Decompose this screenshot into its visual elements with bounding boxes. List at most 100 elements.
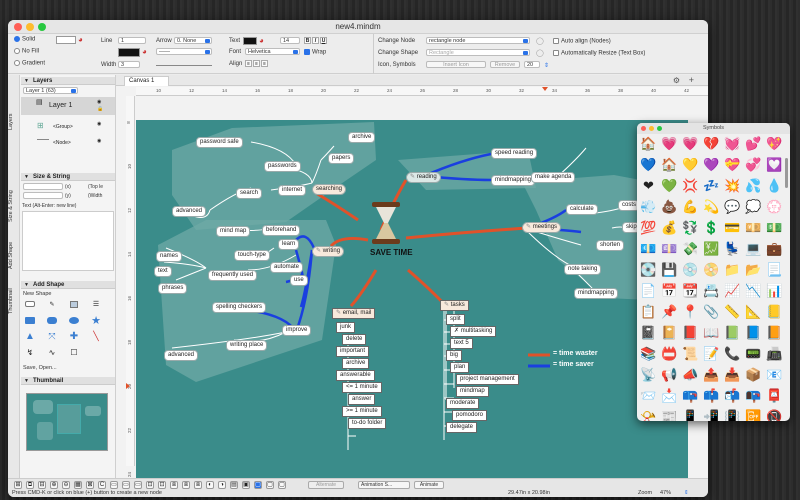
toolbar-tool-button[interactable]: ◑ bbox=[218, 481, 226, 489]
font-size-field[interactable]: 14 bbox=[280, 37, 300, 44]
symbol-item-icon[interactable]: 📢 bbox=[661, 367, 678, 384]
node-passwords[interactable]: passwords bbox=[264, 161, 301, 172]
symbols-zoom-button[interactable] bbox=[657, 126, 662, 131]
symbol-item-icon[interactable]: 📪 bbox=[682, 388, 699, 405]
node-text-5[interactable]: text 5 bbox=[450, 338, 473, 349]
symbol-item-icon[interactable]: 📂 bbox=[745, 262, 762, 279]
node-internet[interactable]: internet bbox=[278, 185, 307, 196]
remove-icon-button[interactable]: Remove bbox=[490, 61, 520, 68]
node-answerable[interactable]: answerable bbox=[336, 370, 375, 381]
symbol-item-icon[interactable]: 🏠 bbox=[661, 157, 678, 174]
node-to-do-folder[interactable]: to-do folder bbox=[348, 418, 387, 429]
toolbar-tool-button[interactable]: ⊕ bbox=[50, 481, 58, 489]
symbol-item-icon[interactable]: 💻 bbox=[745, 241, 762, 258]
node-writing-place[interactable]: writing place bbox=[226, 340, 268, 351]
pos-y-field[interactable] bbox=[23, 192, 63, 199]
node-phrases[interactable]: phrases bbox=[158, 283, 188, 294]
eye-icon[interactable]: ◉ bbox=[97, 99, 101, 105]
ellipse-shape[interactable] bbox=[68, 315, 80, 325]
symbol-item-icon[interactable]: 📔 bbox=[661, 325, 678, 342]
node-answer[interactable]: answer bbox=[348, 394, 376, 405]
node-automate[interactable]: automate bbox=[270, 262, 304, 273]
bold-button[interactable]: B bbox=[304, 37, 311, 44]
symbol-item-icon[interactable]: 💥 bbox=[724, 178, 741, 195]
symbol-item-icon[interactable]: 📍 bbox=[682, 304, 699, 321]
node-lt-1-minute[interactable]: <= 1 minute bbox=[342, 382, 382, 393]
symbol-item-icon[interactable]: 📥 bbox=[724, 367, 741, 384]
symbol-item-icon[interactable]: 💢 bbox=[682, 178, 699, 195]
triangle-shape[interactable]: ▲ bbox=[24, 331, 36, 342]
symbol-item-icon[interactable]: 📋 bbox=[640, 304, 657, 321]
symbol-item-icon[interactable]: 💭 bbox=[745, 199, 762, 216]
symbol-item-icon[interactable]: 💶 bbox=[640, 241, 657, 258]
node-big[interactable]: big bbox=[446, 350, 463, 361]
node-pomodoro[interactable]: pomodoro bbox=[452, 410, 488, 421]
line-style-popup[interactable]: —— bbox=[156, 48, 212, 55]
shape-info-icon[interactable]: ◯ bbox=[536, 49, 544, 57]
symbols-close-button[interactable] bbox=[641, 126, 646, 131]
group-eye-icon[interactable]: ◉ bbox=[97, 121, 101, 127]
symbol-item-icon[interactable]: 📜 bbox=[682, 346, 699, 363]
toolbar-tool-button[interactable]: ⧉ bbox=[26, 481, 34, 489]
symbol-item-icon[interactable]: 📝 bbox=[703, 346, 720, 363]
node-moderate[interactable]: moderate bbox=[446, 398, 480, 409]
text-color-wheel-icon[interactable]: ◕ bbox=[259, 36, 264, 45]
arrows-shape[interactable]: ⤧ bbox=[46, 331, 58, 341]
symbol-item-icon[interactable]: 💜 bbox=[703, 157, 720, 174]
node-delegate[interactable]: delegate bbox=[446, 422, 478, 433]
symbols-scrollbar[interactable] bbox=[785, 158, 788, 188]
symbol-item-icon[interactable]: 💹 bbox=[703, 241, 720, 258]
symbol-item-icon[interactable]: 📉 bbox=[745, 283, 762, 300]
symbol-item-icon[interactable]: 📎 bbox=[703, 304, 720, 321]
symbol-item-icon[interactable]: 💤 bbox=[703, 178, 720, 195]
central-topic[interactable]: SAVE TIME bbox=[370, 248, 413, 257]
symbol-item-icon[interactable]: 💾 bbox=[661, 262, 678, 279]
toolbar-tool-button[interactable]: ⊡ bbox=[146, 481, 154, 489]
node-frequently-used[interactable]: frequently used bbox=[208, 270, 258, 281]
node-junk[interactable]: junk bbox=[336, 322, 356, 333]
symbol-item-icon[interactable]: 💛 bbox=[682, 157, 699, 174]
symbol-item-icon[interactable]: 📤 bbox=[703, 367, 720, 384]
symbol-item-icon[interactable]: 💪 bbox=[682, 199, 699, 216]
canvas-thumbnail[interactable] bbox=[26, 393, 108, 451]
add-canvas-button[interactable]: + bbox=[689, 75, 694, 85]
symbol-item-icon[interactable]: 📴 bbox=[745, 409, 762, 421]
symbol-item-icon[interactable]: 🏠 bbox=[640, 136, 657, 153]
symbol-item-icon[interactable]: 📬 bbox=[724, 388, 741, 405]
symbol-item-icon[interactable]: 📈 bbox=[724, 283, 741, 300]
change-shape-popup[interactable]: Rectangle bbox=[426, 49, 530, 56]
layer-popup[interactable]: Layer 1 (63) bbox=[23, 87, 78, 94]
node-eye-icon[interactable]: ◉ bbox=[97, 138, 101, 144]
node-touch-type[interactable]: touch-type bbox=[234, 250, 271, 261]
layer-node-row[interactable]: <Node> ◉ bbox=[21, 137, 115, 151]
align-left-button[interactable]: ≡ bbox=[245, 60, 252, 67]
toolbar-tool-button[interactable]: ◐ bbox=[206, 481, 214, 489]
symbol-item-icon[interactable]: 📘 bbox=[745, 325, 762, 342]
node-important[interactable]: important bbox=[336, 346, 370, 357]
symbol-item-icon[interactable]: 📟 bbox=[745, 346, 762, 363]
symbol-item-icon[interactable]: 💴 bbox=[745, 220, 762, 237]
symbol-item-icon[interactable]: 📐 bbox=[745, 304, 762, 321]
toolbar-tool-button[interactable]: ⧈ bbox=[182, 481, 190, 489]
symbol-item-icon[interactable]: 📆 bbox=[682, 283, 699, 300]
symbol-item-icon[interactable]: 💔 bbox=[703, 136, 720, 153]
node-beforehand[interactable]: beforehand bbox=[262, 225, 301, 236]
node-mindmap[interactable]: mindmap bbox=[456, 386, 489, 397]
node-improve[interactable]: improve bbox=[282, 325, 312, 336]
symbol-item-icon[interactable]: 💫 bbox=[703, 199, 720, 216]
zoom-value[interactable]: 47% bbox=[660, 490, 671, 496]
italic-button[interactable]: I bbox=[312, 37, 319, 44]
symbol-item-icon[interactable]: 📞 bbox=[724, 346, 741, 363]
line-color-well[interactable] bbox=[118, 48, 140, 57]
symbol-item-icon[interactable]: 📀 bbox=[703, 262, 720, 279]
node-gt-1-minute[interactable]: >= 1 minute bbox=[342, 406, 382, 417]
fill-gradient-option[interactable]: Gradient bbox=[14, 60, 45, 67]
symbol-item-icon[interactable]: 📳 bbox=[724, 409, 741, 421]
tab-thumbnail[interactable]: Thumbnail bbox=[8, 281, 20, 321]
symbol-node-shape[interactable]: ☰ bbox=[90, 299, 102, 309]
symbol-item-icon[interactable]: 💦 bbox=[745, 178, 762, 195]
symbol-item-icon[interactable]: 📖 bbox=[703, 325, 720, 342]
toolbar-tool-button[interactable]: ▢ bbox=[266, 481, 274, 489]
symbol-item-icon[interactable]: 💕 bbox=[745, 136, 762, 153]
line-color-wheel-icon[interactable]: ◕ bbox=[142, 47, 147, 56]
